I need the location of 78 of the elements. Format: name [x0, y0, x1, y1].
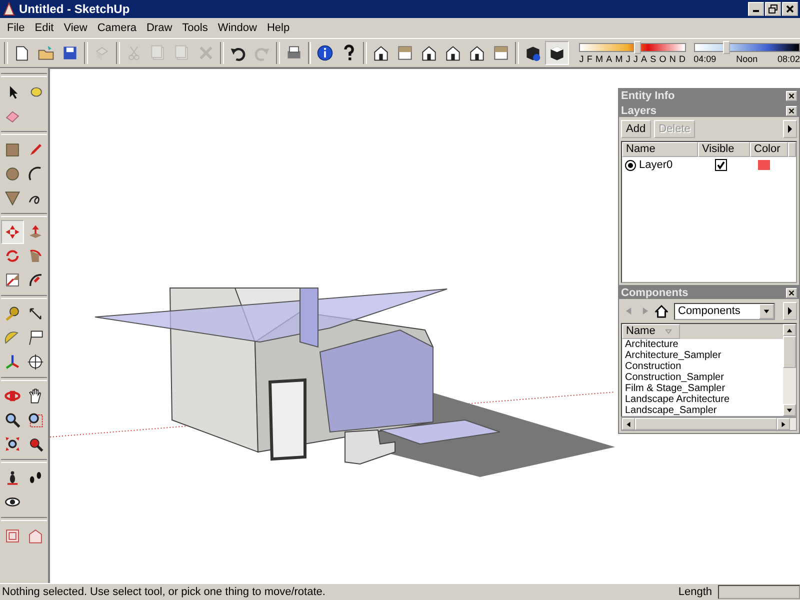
layer-button[interactable]: Add — [621, 120, 651, 138]
menu-item[interactable]: Window — [212, 22, 262, 34]
month-slider[interactable] — [579, 42, 686, 52]
modeling-canvas[interactable] — [48, 68, 800, 583]
time-label: 08:02 — [778, 54, 800, 64]
month-label: F — [586, 54, 592, 64]
minimize-button[interactable] — [748, 2, 764, 16]
component-list-item[interactable]: Architecture — [625, 339, 783, 350]
panel-title: Entity Info — [621, 90, 675, 102]
menu-item[interactable]: Tools — [177, 22, 213, 34]
column-header[interactable]: Name — [622, 142, 698, 157]
restore-icon — [767, 4, 779, 14]
column-header[interactable]: Visible — [698, 142, 750, 157]
close-button[interactable] — [782, 2, 798, 16]
triangle-icon — [787, 125, 793, 133]
time-label: 04:09 — [694, 54, 716, 64]
time-label: Noon — [736, 54, 758, 64]
menu-item[interactable]: Draw — [141, 22, 178, 34]
visible-checkbox[interactable] — [715, 159, 727, 171]
window-title: Untitled - SketchUp — [19, 2, 131, 16]
menu-item[interactable]: Help — [262, 22, 295, 34]
month-label: M — [595, 54, 603, 64]
column-header[interactable]: Name — [622, 324, 680, 339]
menu-item[interactable]: Edit — [30, 22, 59, 34]
caret-icon — [763, 308, 770, 314]
component-list-item[interactable]: Architecture_Sampler — [625, 350, 783, 361]
left-arrow-icon — [625, 420, 632, 428]
month-label: D — [679, 54, 686, 64]
down-arrow-icon — [786, 406, 793, 414]
month-label: S — [650, 54, 656, 64]
vertical-scrollbar[interactable] — [783, 324, 796, 416]
restore-button[interactable] — [765, 2, 781, 16]
sort-icon — [665, 328, 672, 335]
panel-menu-button[interactable] — [783, 120, 797, 138]
time-slider[interactable] — [694, 42, 800, 52]
slider-thumb[interactable] — [722, 40, 730, 54]
menu-item[interactable]: File — [2, 22, 30, 34]
component-list-item[interactable]: Construction_Sampler — [625, 372, 783, 383]
move-icon[interactable] — [1, 220, 24, 244]
measurement-field[interactable] — [718, 585, 800, 599]
triangle-icon — [787, 307, 793, 315]
slider-thumb[interactable] — [634, 40, 641, 54]
up-arrow-icon — [786, 326, 793, 334]
menu-item[interactable]: Camera — [92, 22, 142, 34]
component-list-item[interactable]: Film & Stage_Sampler — [625, 383, 783, 394]
month-label: A — [641, 54, 648, 64]
radio-button[interactable] — [625, 160, 636, 170]
shadow-cube-icon[interactable] — [545, 41, 570, 65]
month-label: J — [579, 54, 584, 64]
measurement-label: Length — [678, 586, 712, 598]
right-arrow-icon — [780, 420, 787, 428]
component-list-item[interactable]: Landscape_Sampler — [625, 405, 783, 416]
close-button[interactable] — [786, 90, 797, 100]
month-label: N — [669, 54, 676, 64]
app-icon — [2, 2, 16, 16]
header-filler — [788, 142, 796, 157]
panel-title: Components — [621, 287, 688, 299]
layer-name: Layer0 — [639, 159, 673, 171]
panel-title: Layers — [621, 104, 656, 116]
minimize-icon — [753, 10, 759, 12]
month-label: M — [615, 54, 623, 64]
close-icon — [784, 4, 796, 14]
month-label: A — [606, 54, 612, 64]
component-list-item[interactable]: Landscape Architecture — [625, 394, 783, 405]
component-list-item[interactable]: Construction — [625, 361, 783, 372]
menu-item[interactable]: View — [58, 22, 92, 34]
month-label: O — [659, 54, 666, 64]
month-label: J — [633, 54, 638, 64]
layer-color-swatch[interactable] — [758, 160, 770, 170]
column-header[interactable]: Color — [750, 142, 788, 157]
month-label: J — [626, 54, 630, 64]
status-message: Nothing selected. Use select tool, or pick one thing to move/rotate. — [2, 586, 326, 598]
close-button[interactable] — [786, 288, 797, 298]
home-icon[interactable] — [655, 304, 668, 318]
close-button[interactable] — [786, 106, 797, 116]
collection-dropdown[interactable]: Components — [674, 302, 775, 320]
horizontal-scrollbar[interactable] — [621, 417, 797, 431]
panel-menu-button[interactable] — [783, 302, 797, 320]
